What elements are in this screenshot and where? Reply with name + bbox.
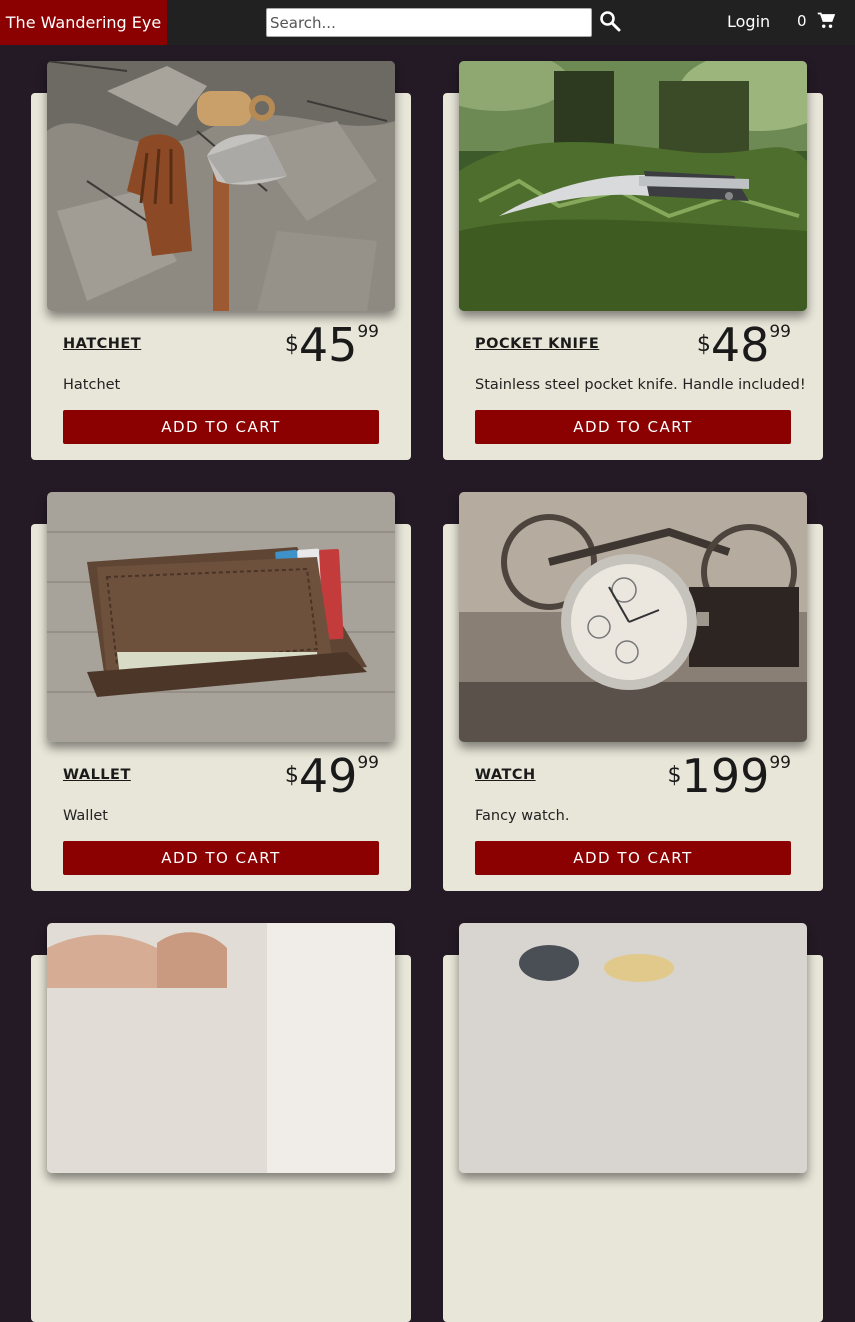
- search-input[interactable]: [266, 8, 592, 37]
- add-to-cart-button[interactable]: ADD TO CART: [63, 841, 379, 875]
- product-card-pocket-knife: POCKET KNIFE $ 48 99 Stainless steel poc…: [443, 61, 823, 460]
- cart-icon: [817, 12, 835, 28]
- product-image-wallet[interactable]: [47, 492, 395, 742]
- add-to-cart-button[interactable]: ADD TO CART: [475, 410, 791, 444]
- product-description: Wallet: [63, 808, 108, 824]
- product-card-partial: [31, 923, 411, 1322]
- product-image-partial[interactable]: [47, 923, 395, 1173]
- product-description: Fancy watch.: [475, 808, 570, 824]
- product-card-hatchet: HATCHET $ 45 99 Hatchet ADD TO CART: [31, 61, 411, 460]
- product-description: Hatchet: [63, 377, 121, 393]
- cart-count: 0: [797, 12, 807, 30]
- product-price: $ 45 99: [284, 318, 379, 372]
- product-description: Stainless steel pocket knife. Handle inc…: [475, 377, 806, 393]
- product-price: $ 199 99: [667, 749, 791, 803]
- product-image-pocket-knife[interactable]: [459, 61, 807, 311]
- brand-logo[interactable]: The Wandering Eye: [0, 0, 167, 45]
- add-to-cart-button[interactable]: ADD TO CART: [63, 410, 379, 444]
- product-image-hatchet[interactable]: [47, 61, 395, 311]
- product-title[interactable]: WATCH: [475, 767, 536, 783]
- search-icon[interactable]: [598, 9, 622, 33]
- product-image-watch[interactable]: [459, 492, 807, 742]
- product-card-watch: WATCH $ 199 99 Fancy watch. ADD TO CART: [443, 492, 823, 891]
- product-price: $ 49 99: [284, 749, 379, 803]
- product-title[interactable]: HATCHET: [63, 336, 141, 352]
- product-image-partial[interactable]: [459, 923, 807, 1173]
- product-title[interactable]: POCKET KNIFE: [475, 336, 599, 352]
- product-card-wallet: WALLET $ 49 99 Wallet ADD TO CART: [31, 492, 411, 891]
- login-link[interactable]: Login: [727, 12, 770, 31]
- product-title[interactable]: WALLET: [63, 767, 131, 783]
- product-card-partial: [443, 923, 823, 1322]
- product-price: $ 48 99: [696, 318, 791, 372]
- cart-button[interactable]: 0: [797, 12, 835, 30]
- add-to-cart-button[interactable]: ADD TO CART: [475, 841, 791, 875]
- top-navbar: The Wandering Eye Login 0: [0, 0, 855, 45]
